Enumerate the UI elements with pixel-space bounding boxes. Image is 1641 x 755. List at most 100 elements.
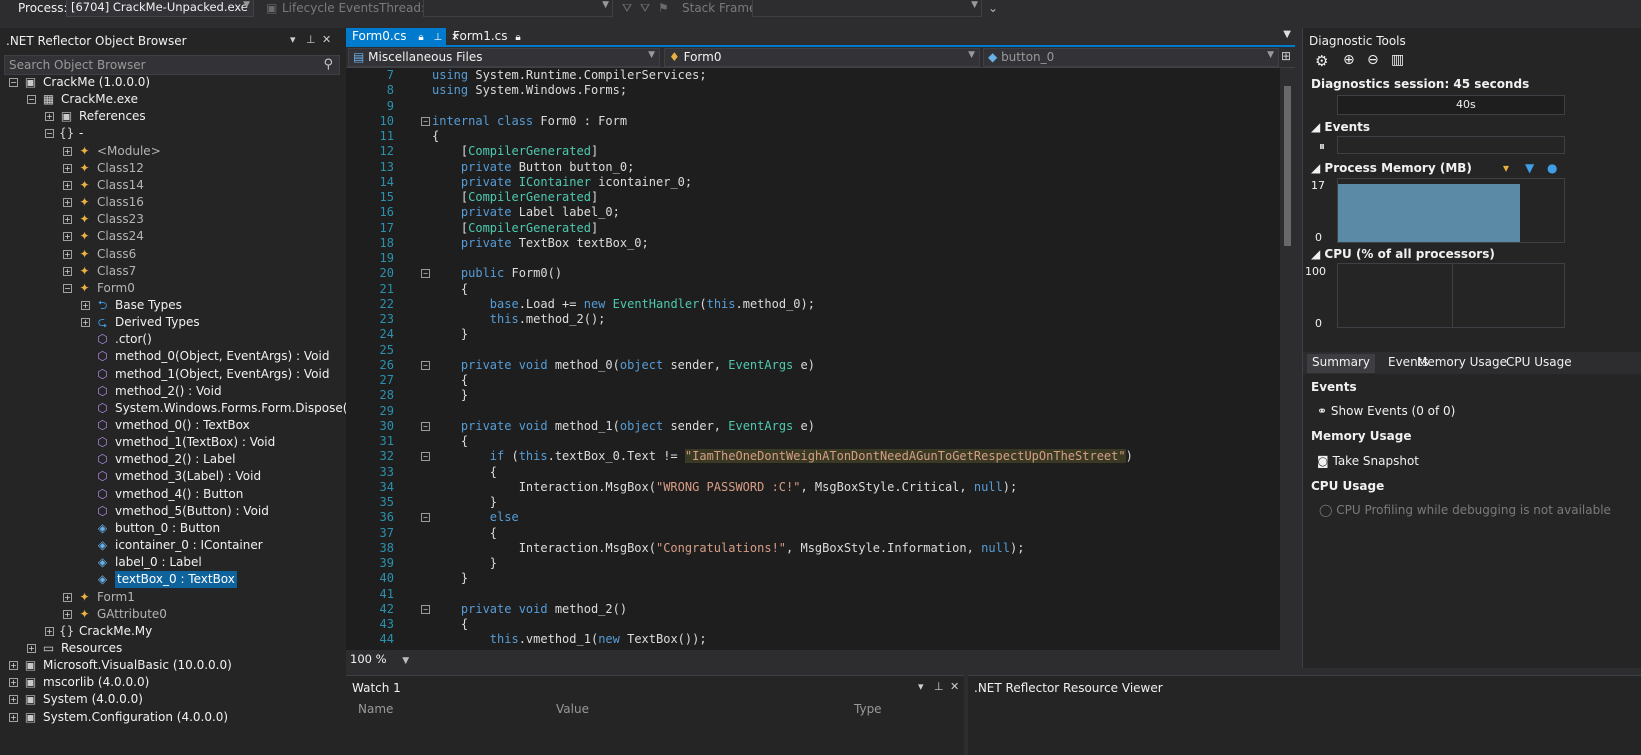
- tree-node[interactable]: + ✦ Class12: [0, 160, 346, 177]
- flag-icon[interactable]: ⚑: [658, 1, 669, 15]
- cpu-chart[interactable]: [1337, 263, 1565, 328]
- tab-summary[interactable]: Summary: [1307, 354, 1375, 373]
- tree-node[interactable]: + ✦ GAttribute0: [0, 606, 346, 623]
- memory-section-header[interactable]: ◢ Process Memory (MB): [1311, 161, 1472, 175]
- thread-dropdown[interactable]: ▼: [423, 0, 613, 17]
- expand-icon[interactable]: +: [63, 146, 72, 156]
- tree-node[interactable]: + ⮎ Derived Types: [0, 314, 346, 331]
- dropdown-icon[interactable]: ▾: [290, 33, 296, 46]
- code-line[interactable]: 13 private Button button_0;: [346, 160, 1280, 175]
- tree-node[interactable]: ⬡ vmethod_1(TextBox) : Void: [0, 434, 346, 451]
- collapse-icon[interactable]: ◢: [1311, 120, 1320, 134]
- code-line[interactable]: 19: [346, 251, 1280, 266]
- collapse-icon[interactable]: −: [421, 513, 430, 523]
- code-line[interactable]: 38 Interaction.MsgBox("Congratulations!"…: [346, 541, 1280, 556]
- tree-node[interactable]: ⬡ vmethod_5(Button) : Void: [0, 503, 346, 520]
- column-value[interactable]: Value: [556, 702, 589, 722]
- column-name[interactable]: Name: [358, 702, 393, 722]
- expand-icon[interactable]: +: [45, 626, 54, 636]
- take-snapshot-button[interactable]: ◙ Take Snapshot: [1317, 454, 1419, 468]
- code-line[interactable]: 12 [CompilerGenerated]: [346, 144, 1280, 159]
- events-section-header[interactable]: ◢ Events: [1311, 120, 1370, 134]
- timeline-ruler[interactable]: 40s: [1337, 95, 1565, 115]
- stack-frame-dropdown[interactable]: ▼: [752, 0, 982, 17]
- tree-node[interactable]: −{} -: [0, 125, 346, 142]
- tree-node[interactable]: + ✦ Class7: [0, 263, 346, 280]
- expand-icon[interactable]: +: [63, 609, 72, 619]
- gear-icon[interactable]: ⚙: [1315, 52, 1328, 70]
- pin-icon[interactable]: ⊥: [434, 32, 443, 43]
- cpu-section-header[interactable]: ◢ CPU (% of all processors): [1311, 247, 1495, 261]
- tree-node[interactable]: + ✦ Class6: [0, 246, 346, 263]
- expand-icon[interactable]: +: [9, 678, 18, 688]
- collapse-icon[interactable]: −: [421, 452, 430, 462]
- reset-zoom-icon[interactable]: ▥: [1391, 52, 1404, 68]
- code-line[interactable]: 24 }: [346, 327, 1280, 342]
- expand-icon[interactable]: +: [63, 180, 72, 190]
- expand-icon[interactable]: +: [63, 198, 72, 208]
- expand-icon[interactable]: +: [63, 249, 72, 259]
- code-line[interactable]: 43 {: [346, 617, 1280, 632]
- tree-node[interactable]: ⬡ vmethod_0() : TextBox: [0, 417, 346, 434]
- tree-node[interactable]: ⬡ method_0(Object, EventArgs) : Void: [0, 348, 346, 365]
- code-line[interactable]: 26 − private void method_0(object sender,…: [346, 358, 1280, 373]
- collapse-icon[interactable]: ◢: [1311, 161, 1320, 175]
- tree-node[interactable]: + ✦ Class14: [0, 177, 346, 194]
- vertical-scrollbar[interactable]: [1280, 68, 1295, 650]
- code-line[interactable]: 41: [346, 587, 1280, 602]
- expand-icon[interactable]: +: [63, 215, 72, 225]
- expand-icon[interactable]: +: [81, 300, 90, 310]
- tab-form0[interactable]: Form0.cs 🔒︎ ⊥ ✕: [346, 28, 459, 45]
- zoom-in-icon[interactable]: ⊕: [1343, 52, 1355, 68]
- code-area[interactable]: 7 using System.Runtime.CompilerServices; 8…: [346, 68, 1280, 650]
- code-line[interactable]: 35 }: [346, 495, 1280, 510]
- column-type[interactable]: Type: [854, 702, 882, 722]
- pause-icon[interactable]: ⏸: [1319, 139, 1325, 154]
- expand-icon[interactable]: +: [9, 661, 18, 671]
- tree-node[interactable]: + {} CrackMe.My: [0, 623, 346, 640]
- chevron-down-icon[interactable]: ▼: [402, 656, 409, 666]
- code-line[interactable]: 42 − private void method_2(): [346, 602, 1280, 617]
- tree-node[interactable]: + ⮌ Base Types: [0, 297, 346, 314]
- collapse-icon[interactable]: −: [9, 78, 18, 87]
- tree-node[interactable]: ◈ textBox_0 : TextBox: [0, 571, 346, 589]
- expand-icon[interactable]: +: [81, 318, 90, 328]
- code-line[interactable]: 36 − else: [346, 510, 1280, 525]
- tree-node[interactable]: − ▣ CrackMe (1.0.0.0): [0, 74, 346, 91]
- code-line[interactable]: 8 using System.Windows.Forms;: [346, 83, 1280, 98]
- code-line[interactable]: 44 this.vmethod_1(new TextBox());: [346, 632, 1280, 647]
- search-icon[interactable]: ⚲: [323, 57, 333, 72]
- code-line[interactable]: 22 base.Load += new EventHandler(this.me…: [346, 297, 1280, 312]
- tree-node[interactable]: ⬡ method_1(Object, EventArgs) : Void: [0, 366, 346, 383]
- code-line[interactable]: 9: [346, 99, 1280, 114]
- code-line[interactable]: 33 {: [346, 465, 1280, 480]
- pin-icon[interactable]: ⊥: [934, 680, 944, 693]
- collapse-icon[interactable]: −: [27, 95, 36, 105]
- code-line[interactable]: 31 {: [346, 434, 1280, 449]
- code-line[interactable]: 7 using System.Runtime.CompilerServices;: [346, 68, 1280, 83]
- tree-node[interactable]: ⬡ method_2() : Void: [0, 383, 346, 400]
- collapse-icon[interactable]: −: [421, 269, 430, 279]
- tree-node[interactable]: − ▦ CrackMe.exe: [0, 91, 346, 108]
- memory-chart[interactable]: [1337, 178, 1565, 243]
- tree-node[interactable]: ⬡ .ctor(): [0, 331, 346, 348]
- collapse-icon[interactable]: −: [63, 283, 72, 293]
- tree-node[interactable]: + ▣ System.Configuration (4.0.0.0): [0, 709, 346, 726]
- tree-node[interactable]: + ▣ References: [0, 108, 346, 125]
- tree-node[interactable]: ◈ icontainer_0 : IContainer: [0, 537, 346, 554]
- tree-node[interactable]: + ✦ Class16: [0, 194, 346, 211]
- tab-overflow-icon[interactable]: ▼: [1283, 29, 1291, 40]
- tree-node[interactable]: + ✦ Form1: [0, 589, 346, 606]
- tree-node[interactable]: ◈ label_0 : Label: [0, 554, 346, 571]
- code-line[interactable]: 25: [346, 343, 1280, 358]
- tree-node[interactable]: ⬡ vmethod_4() : Button: [0, 486, 346, 503]
- tab-memory-usage[interactable]: Memory Usage: [1412, 354, 1512, 373]
- close-icon[interactable]: ✕: [950, 680, 959, 693]
- dropdown-icon[interactable]: ▾: [918, 680, 924, 693]
- tree-node[interactable]: + ▣ mscorlib (4.0.0.0): [0, 674, 346, 691]
- lifecycle-events-button[interactable]: Lifecycle Events: [282, 1, 379, 15]
- code-line[interactable]: 28 }: [346, 388, 1280, 403]
- tree-node[interactable]: ◈ button_0 : Button: [0, 520, 346, 537]
- pin-icon[interactable]: ⊥: [306, 33, 316, 46]
- code-line[interactable]: 15 [CompilerGenerated]: [346, 190, 1280, 205]
